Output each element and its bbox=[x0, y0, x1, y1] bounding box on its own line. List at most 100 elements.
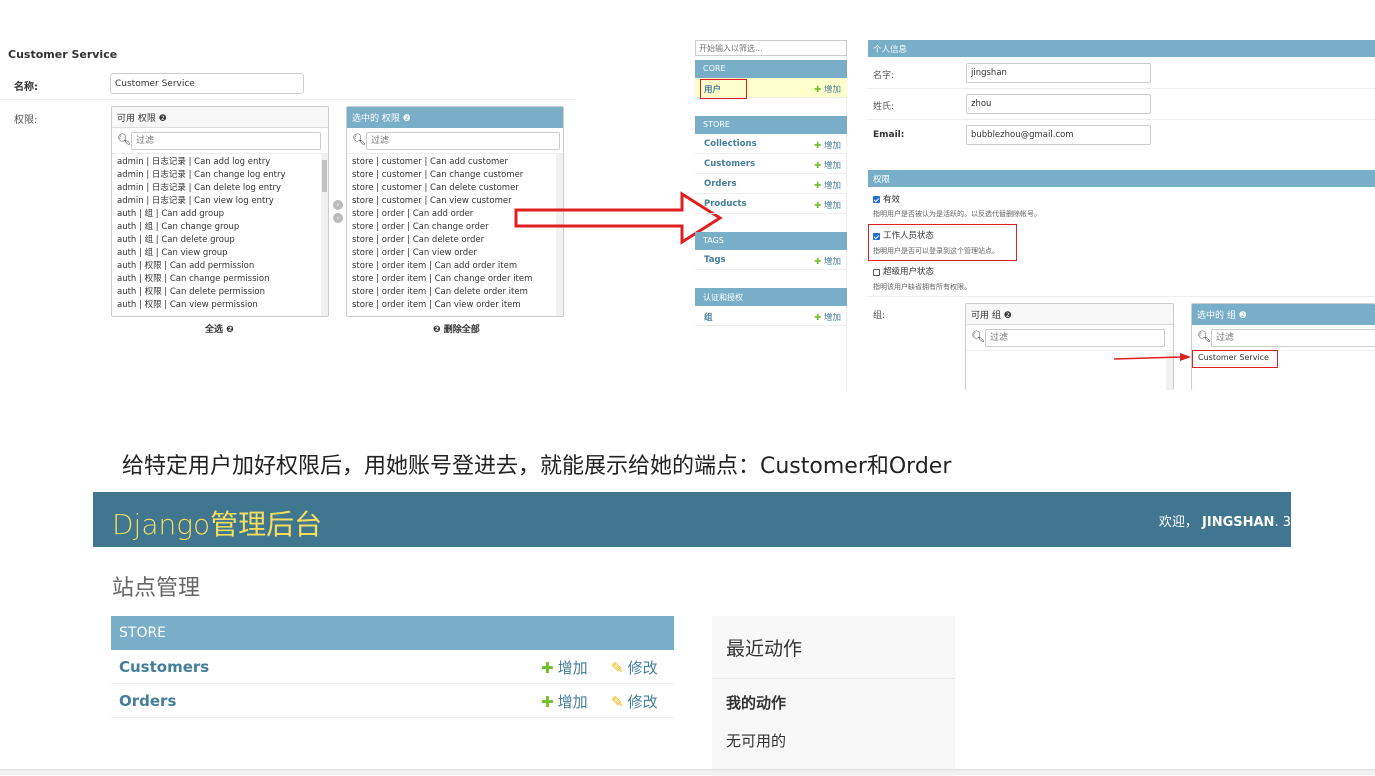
available-filter-input[interactable] bbox=[131, 132, 321, 150]
permission-option[interactable]: auth | 权限 | Can delete permission bbox=[117, 286, 328, 299]
permission-option[interactable]: store | order item | Can add order item bbox=[352, 260, 563, 273]
groups-available-header: 可用 组 ❷ bbox=[966, 304, 1173, 325]
available-permissions-list[interactable]: admin | 日志记录 | Can add log entry admin | … bbox=[112, 154, 328, 312]
search-icon: 🔍︎ bbox=[971, 330, 985, 343]
annotation-highlight-box bbox=[1192, 350, 1278, 368]
groups-chosen-filter-input[interactable] bbox=[1211, 329, 1375, 347]
sidebar-filter-input[interactable] bbox=[695, 40, 847, 56]
sidebar-item-orders[interactable]: Orders ✚ 增加 bbox=[695, 174, 847, 194]
site-brand[interactable]: Django管理后台 bbox=[112, 503, 322, 543]
sidebar-item-collections[interactable]: Collections ✚ 增加 bbox=[695, 134, 847, 154]
permission-option[interactable]: store | order item | Can change order it… bbox=[352, 273, 563, 286]
divider bbox=[868, 88, 1375, 89]
permission-option[interactable]: auth | 权限 | Can view permission bbox=[117, 299, 328, 312]
last-name-input[interactable] bbox=[966, 94, 1151, 114]
sidebar-item-label: Collections bbox=[704, 139, 757, 149]
model-link[interactable]: Customers bbox=[119, 658, 209, 676]
add-link[interactable]: ✚ 增加 bbox=[814, 159, 841, 171]
pencil-icon: ✎ bbox=[611, 693, 624, 711]
plus-icon: ✚ bbox=[814, 161, 822, 171]
choose-all-link[interactable]: 全选 ❷ bbox=[205, 322, 234, 335]
plus-icon: ✚ bbox=[541, 693, 554, 711]
divider bbox=[868, 296, 1375, 297]
permission-option[interactable]: auth | 组 | Can add group bbox=[117, 208, 328, 221]
pencil-icon: ✎ bbox=[611, 659, 624, 677]
sidebar-item-tags[interactable]: Tags ✚ 增加 bbox=[695, 250, 847, 270]
model-row-orders: Orders ✚ 增加 ✎ 修改 bbox=[111, 684, 674, 718]
module-header[interactable]: STORE bbox=[111, 616, 674, 650]
permissions-header: 权限 bbox=[868, 170, 1375, 187]
change-button[interactable]: ✎ 修改 bbox=[611, 691, 658, 712]
permissions-label: 权限: bbox=[14, 115, 38, 126]
sidebar-item-products[interactable]: Products ✚ 增加 bbox=[695, 194, 847, 214]
permission-option[interactable]: admin | 日志记录 | Can change log entry bbox=[117, 169, 328, 182]
group-title: Customer Service bbox=[8, 48, 118, 61]
groups-available-filter-input[interactable] bbox=[985, 329, 1165, 347]
plus-icon: ✚ bbox=[814, 85, 822, 95]
permission-option[interactable]: auth | 组 | Can view group bbox=[117, 247, 328, 260]
last-name-label: 姓氏: bbox=[873, 102, 895, 112]
move-right-icon[interactable]: › bbox=[333, 200, 343, 210]
annotation-highlight-box bbox=[868, 224, 1017, 261]
sidebar-item-customers[interactable]: Customers ✚ 增加 bbox=[695, 154, 847, 174]
superuser-checkbox[interactable] bbox=[873, 269, 880, 276]
active-checkbox[interactable] bbox=[873, 196, 880, 203]
plus-icon: ✚ bbox=[814, 257, 822, 267]
sidebar-item-label: Customers bbox=[704, 159, 756, 169]
welcome-text: 欢迎， bbox=[1158, 515, 1198, 530]
groups-chosen-header: 选中的 组 ❷ bbox=[1192, 304, 1375, 325]
email-input[interactable] bbox=[966, 125, 1151, 145]
add-link[interactable]: ✚ 增加 bbox=[814, 83, 841, 95]
groups-label: 组: bbox=[873, 311, 886, 321]
groups-chosen-box: 选中的 组 ❷ 🔍︎ Customer Service bbox=[1191, 303, 1375, 390]
add-link[interactable]: ✚ 增加 bbox=[814, 255, 841, 267]
permission-option[interactable]: auth | 组 | Can delete group bbox=[117, 234, 328, 247]
permission-option[interactable]: admin | 日志记录 | Can view log entry bbox=[117, 195, 328, 208]
permission-option[interactable]: store | order item | Can delete order it… bbox=[352, 286, 563, 299]
add-link[interactable]: ✚ 增加 bbox=[814, 311, 841, 323]
scrollbar[interactable] bbox=[321, 154, 328, 316]
permission-option[interactable]: admin | 日志记录 | Can delete log entry bbox=[117, 182, 328, 195]
first-name-input[interactable] bbox=[966, 63, 1151, 83]
chosen-filter-input[interactable] bbox=[366, 132, 560, 150]
permission-option[interactable]: admin | 日志记录 | Can add log entry bbox=[117, 156, 328, 169]
remove-all-link[interactable]: ❷ 删除全部 bbox=[433, 322, 480, 335]
annotation-arrow-icon bbox=[514, 191, 723, 245]
annotation-highlight-box bbox=[700, 79, 747, 99]
search-icon: 🔍︎ bbox=[117, 133, 131, 146]
user-tools-trail: . 3 bbox=[1274, 515, 1291, 530]
permission-option[interactable]: auth | 权限 | Can add permission bbox=[117, 260, 328, 273]
move-left-icon[interactable]: ‹ bbox=[333, 213, 343, 223]
add-link[interactable]: ✚ 增加 bbox=[814, 179, 841, 191]
permission-option[interactable]: store | customer | Can add customer bbox=[352, 156, 563, 169]
no-actions-text: 无可用的 bbox=[726, 732, 787, 750]
app-module-store: STORE Customers ✚ 增加 ✎ 修改 Orders ✚ 增加 ✎ 修改 bbox=[111, 616, 674, 718]
sidebar-item-groups[interactable]: 组 ✚ 增加 bbox=[695, 306, 847, 326]
add-button[interactable]: ✚ 增加 bbox=[541, 657, 588, 678]
permission-option[interactable]: store | order item | Can view order item bbox=[352, 299, 563, 312]
permission-option[interactable]: auth | 组 | Can change group bbox=[117, 221, 328, 234]
available-permissions-header: 可用 权限 ❷ bbox=[112, 107, 328, 128]
permission-option[interactable]: store | order | Can view order bbox=[352, 247, 563, 260]
model-link[interactable]: Orders bbox=[119, 692, 176, 710]
plus-icon: ✚ bbox=[814, 181, 822, 191]
active-help: 指明用户是否被认为是活跃的。以反选代替删除帐号。 bbox=[873, 210, 1041, 218]
plus-icon: ✚ bbox=[541, 659, 554, 677]
annotation-arrow-icon bbox=[1113, 353, 1191, 361]
permission-option[interactable]: auth | 权限 | Can change permission bbox=[117, 273, 328, 286]
group-name-input[interactable] bbox=[110, 73, 304, 94]
add-link[interactable]: ✚ 增加 bbox=[814, 199, 841, 211]
add-link[interactable]: ✚ 增加 bbox=[814, 139, 841, 151]
change-button[interactable]: ✎ 修改 bbox=[611, 657, 658, 678]
divider bbox=[868, 119, 1375, 120]
add-button[interactable]: ✚ 增加 bbox=[541, 691, 588, 712]
sidebar-section-auth: 认证和授权 bbox=[695, 288, 847, 306]
available-filter: 🔍︎ bbox=[112, 128, 328, 154]
group-name-label: 名称: bbox=[14, 82, 38, 93]
personal-info-header: 个人信息 bbox=[868, 40, 1375, 57]
recent-actions-title: 最近动作 bbox=[726, 638, 803, 660]
permission-option[interactable]: store | customer | Can change customer bbox=[352, 169, 563, 182]
sidebar-item-label: Tags bbox=[704, 255, 726, 265]
superuser-help: 指明该用户缺省拥有所有权限。 bbox=[873, 283, 971, 291]
my-actions-heading: 我的动作 bbox=[726, 694, 787, 712]
